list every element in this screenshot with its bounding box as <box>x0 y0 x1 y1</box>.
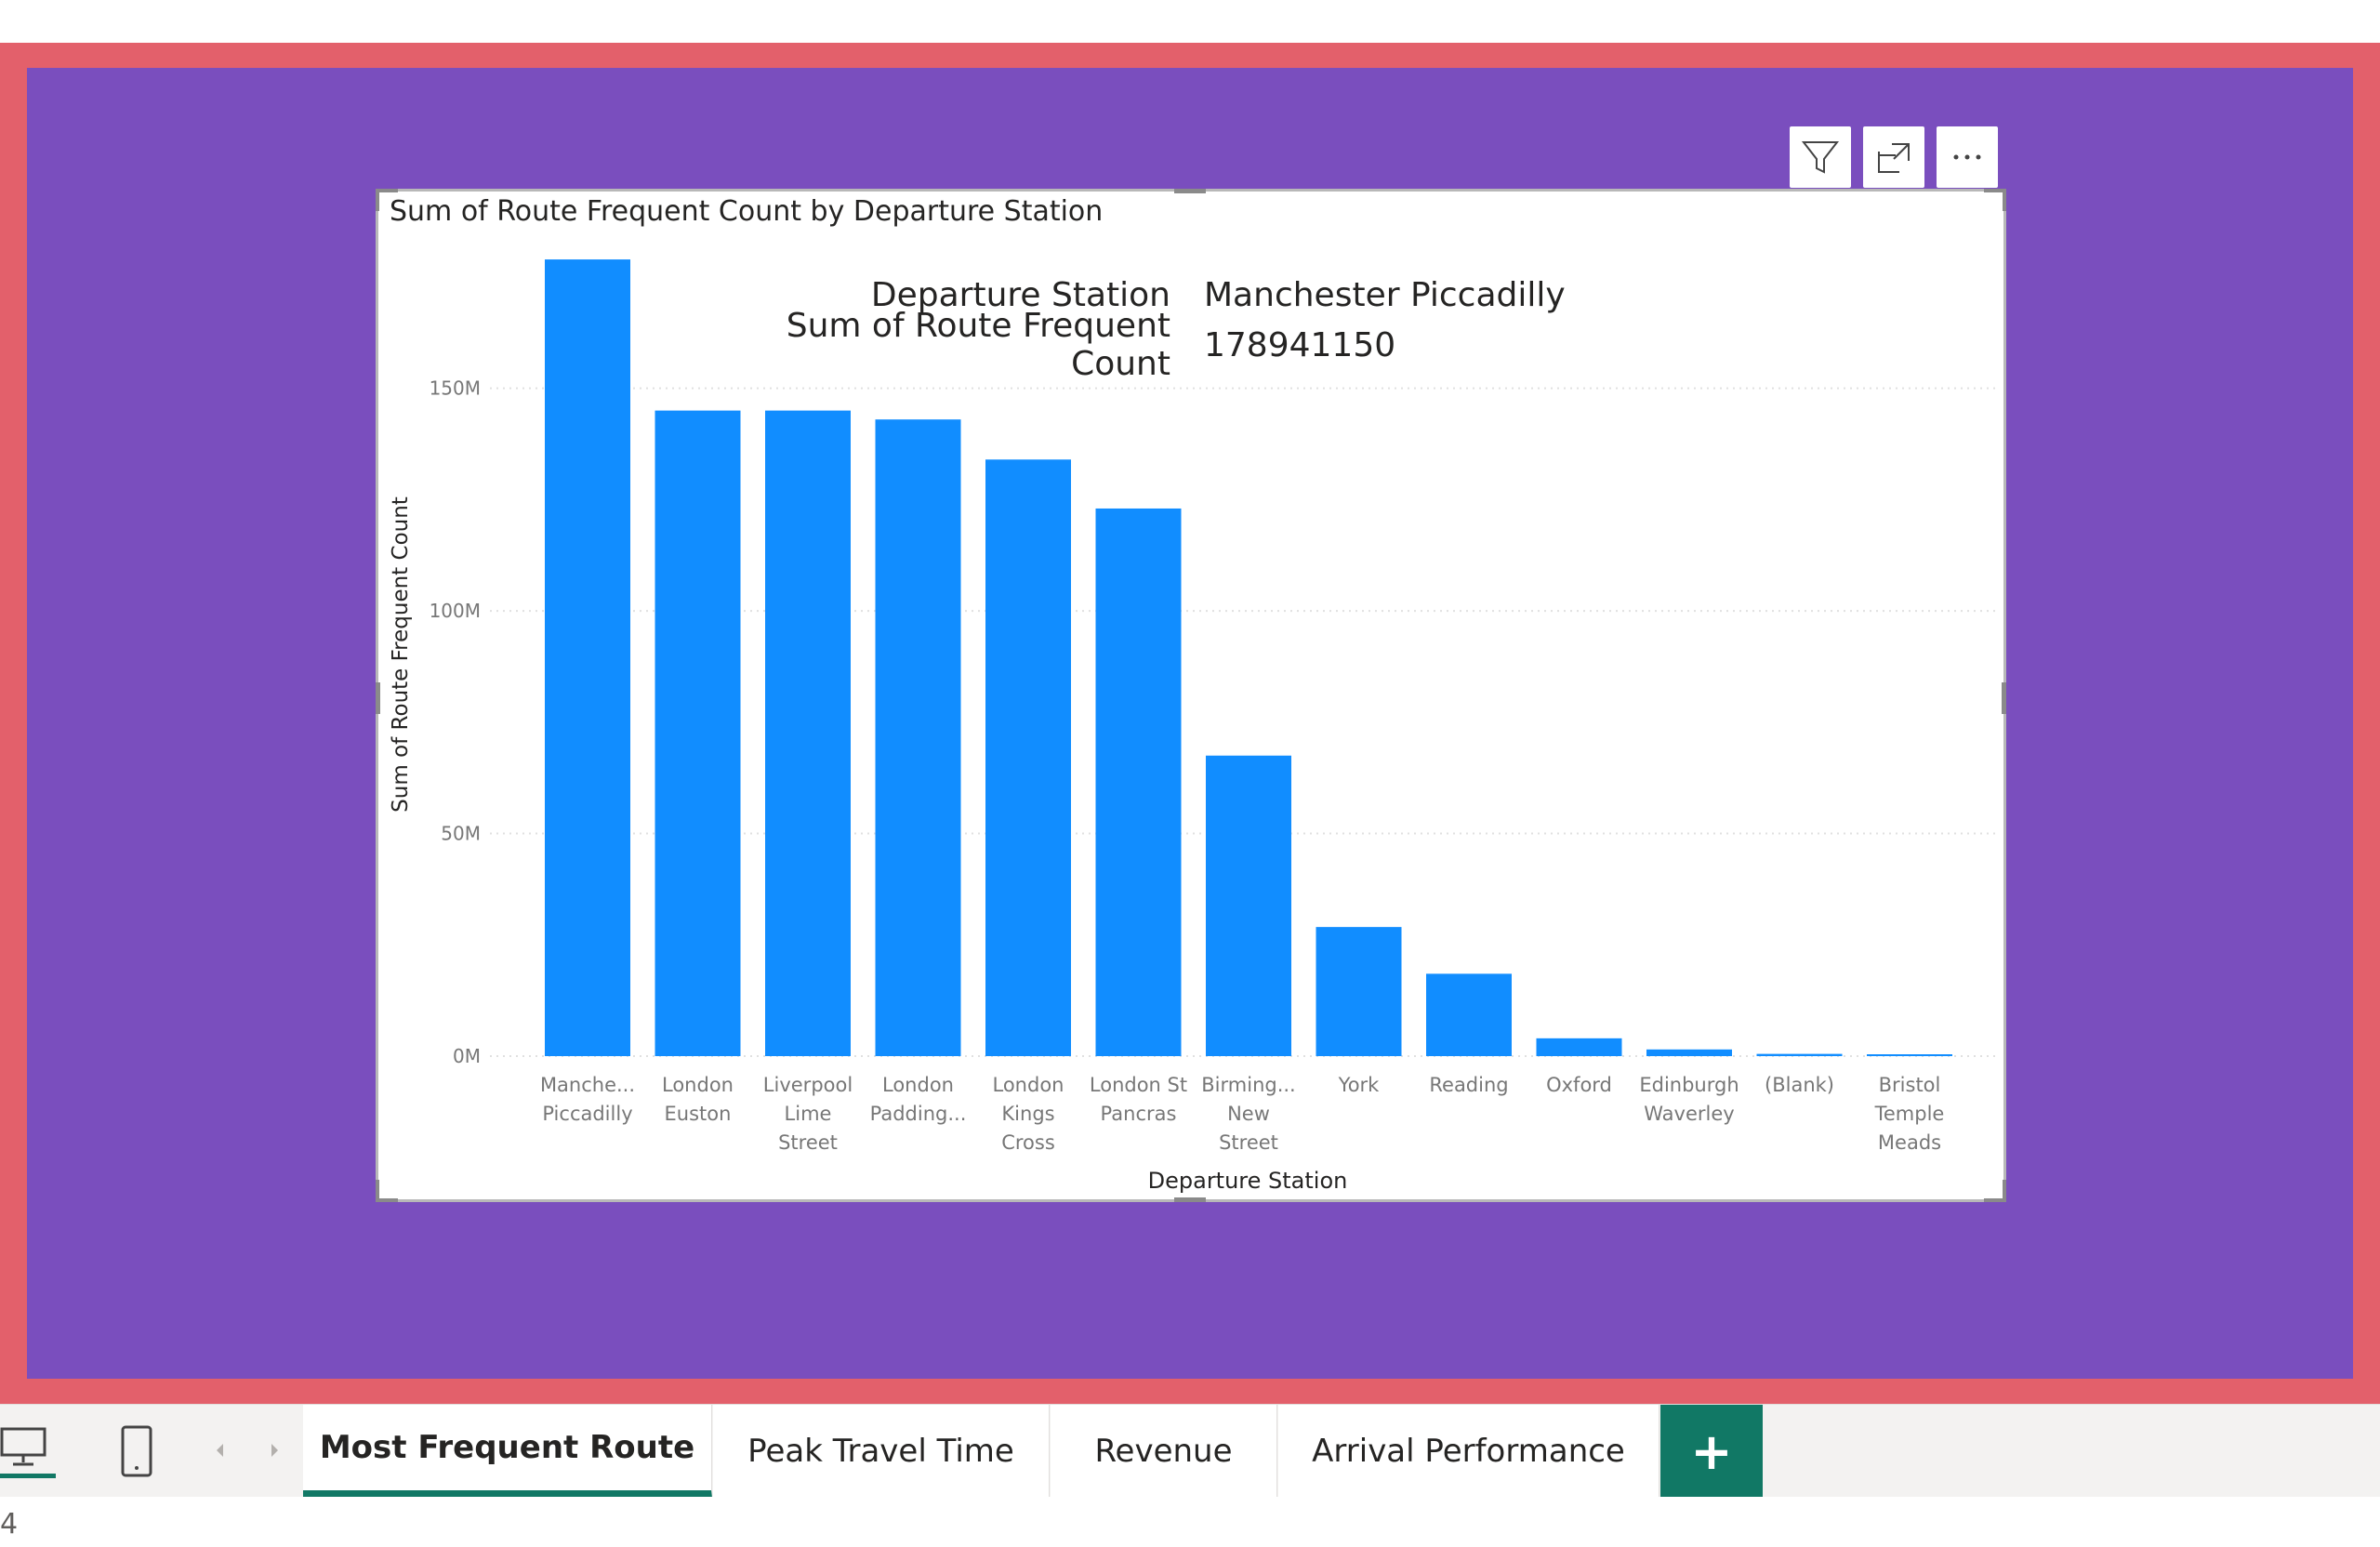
add-page-button[interactable]: + <box>1660 1405 1763 1498</box>
x-tick-label: Euston <box>665 1103 732 1125</box>
chart-title: Sum of Route Frequent Count by Departure… <box>390 195 1104 228</box>
tab-revenue[interactable]: Revenue <box>1051 1405 1277 1498</box>
tooltip-value: 178941150 <box>1204 325 1396 364</box>
x-tick-label: London St <box>1090 1074 1187 1096</box>
bar-chart-visual[interactable]: 0M 50M 100M 150M Sum of Route Frequent Count… <box>376 189 2006 1202</box>
y-tick-label: 100M <box>430 600 481 622</box>
chart-tooltip: Departure Station Manchester Piccadilly … <box>730 270 1566 384</box>
x-tick-label: Reading <box>1429 1074 1508 1096</box>
x-tick-label: Cross <box>1001 1131 1055 1154</box>
tooltip-value: Manchester Piccadilly <box>1204 275 1566 314</box>
focus-mode-icon <box>1878 143 1910 173</box>
x-tick-label: London <box>662 1074 734 1096</box>
y-tick-label: 50M <box>441 823 481 845</box>
bar <box>985 459 1071 1056</box>
desktop-icon <box>0 1427 56 1478</box>
scroll-left-button[interactable] <box>212 1436 229 1464</box>
chevron-right-icon <box>271 1444 278 1457</box>
mobile-layout-button[interactable] <box>119 1423 156 1483</box>
x-tick-label: Street <box>1219 1131 1278 1154</box>
x-tick-label: Piccadilly <box>542 1103 632 1125</box>
x-tick-label: Temple <box>1874 1103 1945 1125</box>
desktop-layout-button[interactable] <box>0 1423 58 1479</box>
bar <box>545 259 630 1057</box>
x-tick-label: Kings <box>1001 1103 1054 1125</box>
bar <box>1316 927 1402 1056</box>
page-tab-bar: Most Frequent Route Peak Travel Time Rev… <box>0 1404 2380 1498</box>
x-tick-label: Pancras <box>1101 1103 1177 1125</box>
bar <box>1206 755 1291 1056</box>
filter-icon <box>1801 141 1840 174</box>
x-tick-label: Lime <box>785 1103 832 1125</box>
filter-button[interactable] <box>1790 126 1851 188</box>
more-options-button[interactable] <box>1937 126 1998 188</box>
y-axis-title: Sum of Route Frequent Count <box>389 496 413 813</box>
bar <box>1646 1049 1732 1056</box>
tab-peak-travel-time[interactable]: Peak Travel Time <box>713 1405 1050 1498</box>
tooltip-row: Sum of Route Frequent Count 178941150 <box>730 307 1566 383</box>
x-axis-title: Departure Station <box>1148 1168 1348 1194</box>
tab-most-frequent-route[interactable]: Most Frequent Route <box>303 1405 712 1498</box>
x-tick-label: Waverley <box>1644 1103 1734 1125</box>
x-tick-label: Bristol <box>1879 1074 1941 1096</box>
x-tick-label: Manche... <box>540 1074 635 1096</box>
x-tick-label: (Blank) <box>1765 1074 1834 1096</box>
scroll-right-button[interactable] <box>266 1436 283 1464</box>
x-tick-label: York <box>1338 1074 1381 1096</box>
x-tick-label: Meads <box>1878 1131 1941 1154</box>
tab-arrival-performance[interactable]: Arrival Performance <box>1278 1405 1659 1498</box>
chevron-left-icon <box>217 1444 223 1457</box>
bar <box>765 410 851 1057</box>
x-tick-label: London <box>882 1074 954 1096</box>
focus-mode-button[interactable] <box>1863 126 1924 188</box>
bar <box>1536 1038 1622 1056</box>
bar <box>1867 1054 1952 1056</box>
bar <box>654 410 741 1057</box>
more-options-icon <box>1953 154 1981 160</box>
bar <box>1095 508 1182 1056</box>
tooltip-key: Sum of Route Frequent Count <box>786 307 1170 383</box>
status-bar: 4 <box>0 1497 2380 1547</box>
y-tick-label: 0M <box>453 1045 481 1067</box>
page-count: 4 <box>0 1508 19 1540</box>
mobile-icon <box>121 1425 152 1477</box>
x-tick-label: Birming... <box>1201 1074 1295 1096</box>
x-tick-label: Street <box>778 1131 838 1154</box>
x-tick-label: Oxford <box>1546 1074 1612 1096</box>
x-tick-label: New <box>1227 1103 1270 1125</box>
x-tick-label: Edinburgh <box>1639 1074 1739 1096</box>
x-tick-label: Liverpool <box>763 1074 853 1096</box>
y-tick-label: 150M <box>430 377 481 400</box>
bar <box>875 419 961 1056</box>
x-tick-label: Padding... <box>870 1103 967 1125</box>
bar <box>1756 1053 1843 1056</box>
x-tick-label: London <box>993 1074 1064 1096</box>
visual-header-toolbar <box>1790 126 1998 188</box>
top-bar <box>0 0 2380 43</box>
bar <box>1426 973 1512 1056</box>
